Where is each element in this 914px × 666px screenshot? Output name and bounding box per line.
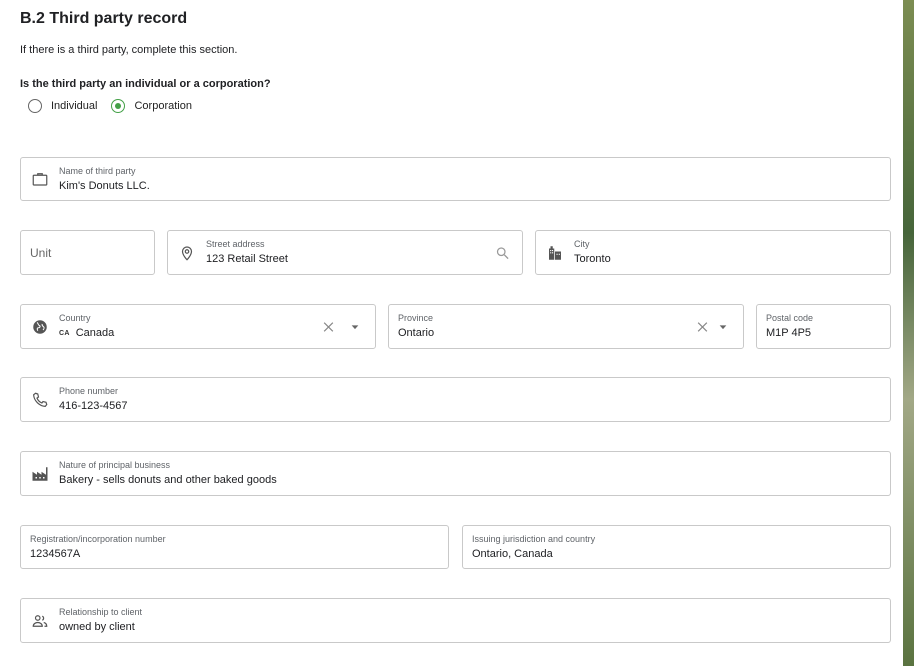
phone-number-value: 416-123-4567 xyxy=(59,400,128,412)
clear-icon[interactable] xyxy=(696,320,709,333)
briefcase-icon xyxy=(31,170,49,188)
province-select[interactable]: Province Ontario xyxy=(388,304,744,349)
principal-business-field[interactable]: Nature of principal business Bakery - se… xyxy=(20,451,891,496)
third-party-name-label: Name of third party xyxy=(59,166,136,176)
section-title: B.2 Third party record xyxy=(20,10,188,27)
registration-number-label: Registration/incorporation number xyxy=(30,534,166,544)
principal-business-value: Bakery - sells donuts and other baked go… xyxy=(59,474,277,486)
location-pin-icon xyxy=(178,244,196,262)
postal-code-field[interactable]: Postal code M1P 4P5 xyxy=(756,304,891,349)
radio-circle-checked-icon xyxy=(111,99,126,113)
phone-number-label: Phone number xyxy=(59,386,119,396)
search-icon[interactable] xyxy=(495,245,510,260)
people-icon xyxy=(31,612,49,630)
country-select[interactable]: Country CA Canada xyxy=(20,304,376,349)
party-type-radio-group: Individual Corporation xyxy=(28,99,206,113)
street-address-value: 123 Retail Street xyxy=(206,253,288,265)
country-value: Canada xyxy=(75,327,115,339)
factory-icon xyxy=(31,465,49,483)
city-label: City xyxy=(574,239,590,249)
street-address-field[interactable]: Street address 123 Retail Street xyxy=(167,230,523,275)
issuing-jurisdiction-field[interactable]: Issuing jurisdiction and country Ontario… xyxy=(462,525,891,569)
unit-input[interactable]: Unit xyxy=(20,230,155,275)
chevron-down-icon[interactable] xyxy=(718,322,728,332)
clear-icon[interactable] xyxy=(322,320,335,333)
background-right xyxy=(903,0,914,666)
chevron-down-icon[interactable] xyxy=(350,322,360,332)
party-type-question: Is the third party an individual or a co… xyxy=(20,78,271,90)
city-field[interactable]: City Toronto xyxy=(535,230,891,275)
registration-number-value: 1234567A xyxy=(30,548,81,560)
country-value-wrap: CA Canada xyxy=(59,327,114,339)
relationship-to-client-value: owned by client xyxy=(59,621,135,633)
form-panel: B.2 Third party record If there is a thi… xyxy=(0,0,903,666)
issuing-jurisdiction-label: Issuing jurisdiction and country xyxy=(472,534,596,544)
relationship-to-client-field[interactable]: Relationship to client owned by client xyxy=(20,598,891,643)
phone-icon xyxy=(31,391,49,409)
third-party-name-value: Kim's Donuts LLC. xyxy=(59,180,150,192)
phone-number-field[interactable]: Phone number 416-123-4567 xyxy=(20,377,891,422)
third-party-name-field[interactable]: Name of third party Kim's Donuts LLC. xyxy=(20,157,891,201)
radio-individual[interactable]: Individual xyxy=(28,99,97,113)
city-buildings-icon xyxy=(546,244,564,262)
postal-code-value: M1P 4P5 xyxy=(766,327,812,339)
province-label: Province xyxy=(398,313,434,323)
relationship-to-client-label: Relationship to client xyxy=(59,607,143,617)
unit-placeholder: Unit xyxy=(30,246,52,260)
globe-icon xyxy=(31,318,49,336)
registration-number-field[interactable]: Registration/incorporation number 123456… xyxy=(20,525,449,569)
radio-label-corporation: Corporation xyxy=(134,100,192,112)
street-address-label: Street address xyxy=(206,239,265,249)
city-value: Toronto xyxy=(574,253,611,265)
postal-code-label: Postal code xyxy=(766,313,814,323)
radio-label-individual: Individual xyxy=(51,100,98,112)
issuing-jurisdiction-value: Ontario, Canada xyxy=(472,548,553,560)
section-subtitle: If there is a third party, complete this… xyxy=(20,44,238,56)
principal-business-label: Nature of principal business xyxy=(59,460,171,470)
province-value: Ontario xyxy=(398,327,435,339)
radio-circle-icon xyxy=(28,99,42,113)
radio-corporation[interactable]: Corporation xyxy=(111,99,192,113)
country-label: Country xyxy=(59,313,91,323)
country-code: CA xyxy=(59,329,70,337)
